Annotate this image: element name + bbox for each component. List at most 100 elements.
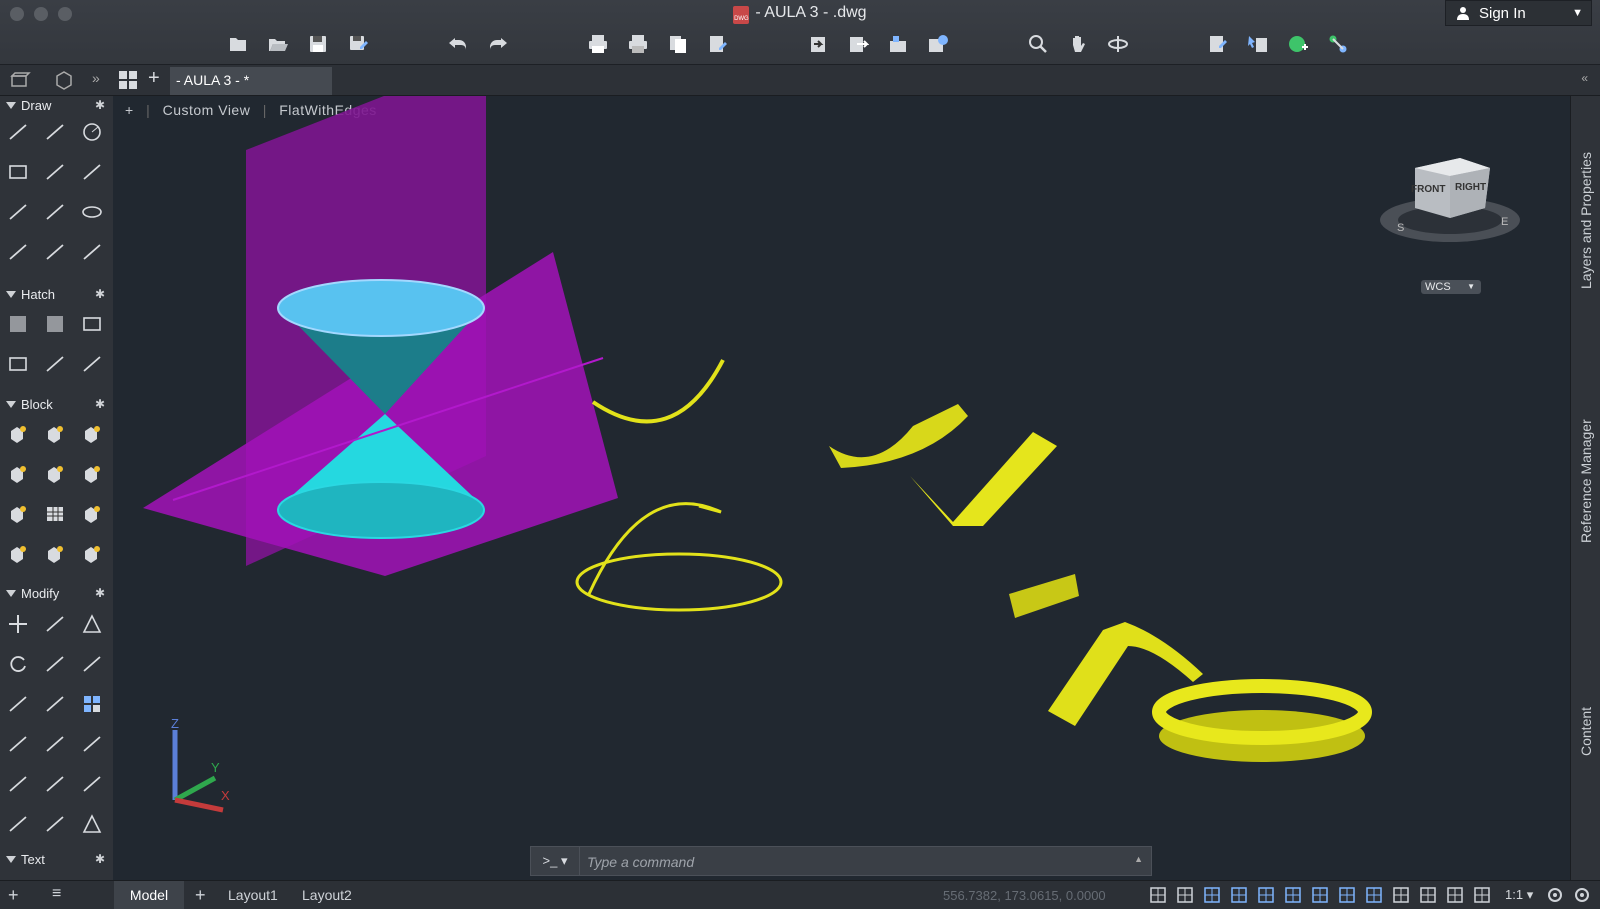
command-history-button[interactable]: >_ ▾ — [531, 847, 580, 875]
ortho-toggle[interactable] — [1202, 885, 1222, 905]
trim-lines-tool-button[interactable] — [41, 238, 69, 266]
pan-button[interactable] — [1066, 32, 1090, 56]
transparency-toggle[interactable] — [1310, 885, 1330, 905]
copy-tool-button[interactable] — [41, 610, 69, 638]
gear-icon[interactable]: ✱ — [95, 287, 105, 301]
share-button[interactable] — [886, 32, 910, 56]
add-tab-button[interactable]: + — [148, 67, 160, 90]
tag-tool-button[interactable] — [41, 460, 69, 488]
section-modify[interactable]: Modify ✱ — [0, 585, 113, 605]
sheet-set-button[interactable] — [8, 68, 32, 92]
fillet-tool-button[interactable] — [4, 690, 32, 718]
open-file-button[interactable] — [266, 32, 290, 56]
attribute-tool-button[interactable] — [4, 460, 32, 488]
section-block[interactable]: Block ✱ — [0, 396, 113, 416]
model-space-canvas[interactable] — [113, 96, 1570, 880]
scale-tool-button[interactable] — [41, 650, 69, 678]
publish-button[interactable] — [706, 32, 730, 56]
tab-aula-3[interactable]: - AULA 3 - * — [170, 67, 332, 95]
expand-chevron-icon[interactable]: » — [92, 70, 100, 86]
dynamic-ucs-toggle[interactable] — [1364, 885, 1384, 905]
polyline-tool-button[interactable] — [41, 118, 69, 146]
command-input[interactable] — [585, 850, 1129, 874]
rectangle-tool-button[interactable] — [4, 158, 32, 186]
table-tool-button[interactable] — [41, 500, 69, 528]
osnap-toggle[interactable] — [1256, 885, 1276, 905]
connect-button[interactable] — [1326, 32, 1350, 56]
tab-layers-and-properties[interactable]: Layers and Properties — [1571, 136, 1600, 306]
align-tool-button[interactable] — [4, 770, 32, 798]
block-editor-tool-button[interactable] — [78, 500, 106, 528]
gear-icon[interactable]: ✱ — [95, 586, 105, 600]
polar-toggle[interactable] — [1229, 885, 1249, 905]
lineweight-toggle[interactable] — [1283, 885, 1303, 905]
section-text[interactable]: Text ✱ — [0, 851, 113, 871]
export-button[interactable] — [846, 32, 870, 56]
import-button[interactable] — [806, 32, 830, 56]
offset-tool-button[interactable] — [41, 690, 69, 718]
viewcube-right-label[interactable]: RIGHT — [1455, 182, 1486, 193]
circle-tool-button[interactable] — [78, 118, 106, 146]
web-publish-button[interactable] — [926, 32, 950, 56]
join-tool-button[interactable] — [78, 770, 106, 798]
explode-tool-button[interactable] — [78, 730, 106, 758]
wipeout-tool-button[interactable] — [41, 350, 69, 378]
wave-tool-button[interactable] — [78, 238, 106, 266]
array-tool-button[interactable] — [78, 690, 106, 718]
new-layout-button[interactable]: + — [195, 881, 206, 909]
section-hatch[interactable]: Hatch ✱ — [0, 286, 113, 306]
autocad-online-button[interactable] — [1286, 32, 1310, 56]
ellipse-tool-button[interactable] — [78, 198, 106, 226]
auto-scale-toggle[interactable] — [1445, 885, 1465, 905]
edit-block-tool-button[interactable] — [78, 420, 106, 448]
block-group-tool-button[interactable] — [78, 460, 106, 488]
wcs-dropdown[interactable]: WCS ▼ — [1421, 280, 1481, 294]
region-tool-button[interactable] — [4, 350, 32, 378]
gear-icon[interactable]: ✱ — [95, 852, 105, 866]
viewcube[interactable]: FRONT RIGHT S E — [1375, 148, 1525, 248]
spline-tool-button[interactable] — [78, 158, 106, 186]
isodraft-toggle[interactable] — [1391, 885, 1411, 905]
line-tool-button[interactable] — [4, 118, 32, 146]
page-setup-button[interactable] — [666, 32, 690, 56]
batch-plot-button[interactable] — [626, 32, 650, 56]
new-file-button[interactable] — [226, 32, 250, 56]
tab-layout1[interactable]: Layout1 — [228, 881, 278, 909]
orbit-button[interactable] — [1106, 32, 1130, 56]
boundary-tool-button[interactable] — [78, 310, 106, 338]
rotate-tool-button[interactable] — [4, 650, 32, 678]
zoom-button[interactable] — [1026, 32, 1050, 56]
save-as-button[interactable] — [346, 32, 370, 56]
tab-content[interactable]: Content — [1571, 696, 1600, 766]
multiline-tool-button[interactable] — [4, 198, 32, 226]
selection-cycling-toggle[interactable] — [1337, 885, 1357, 905]
redo-button[interactable] — [486, 32, 510, 56]
gear-icon[interactable]: ✱ — [95, 397, 105, 411]
snap-toggle[interactable] — [1175, 885, 1195, 905]
collapse-chevron-icon[interactable]: « — [1581, 71, 1588, 85]
annotation-scale[interactable]: 1:1 ▾ — [1505, 887, 1533, 903]
plot-button[interactable] — [586, 32, 610, 56]
stretch-tool-button[interactable] — [41, 730, 69, 758]
sign-in-button[interactable]: Sign In ▼ — [1445, 0, 1592, 26]
camera-tool-button[interactable] — [78, 350, 106, 378]
grid-toggle[interactable] — [1148, 885, 1168, 905]
group-tool-button[interactable] — [41, 810, 69, 838]
gear-icon[interactable]: ✱ — [95, 98, 105, 112]
tab-layout2[interactable]: Layout2 — [302, 881, 352, 909]
mirror-tool-button[interactable] — [78, 610, 106, 638]
manage-attributes-tool-button[interactable] — [4, 540, 32, 568]
insert-block-tool-button[interactable] — [4, 420, 32, 448]
arc-tool-button[interactable] — [41, 158, 69, 186]
grid-view-button[interactable] — [116, 68, 140, 92]
properties-button[interactable] — [1206, 32, 1230, 56]
settings-gear-button[interactable] — [1572, 885, 1592, 905]
tab-reference-manager[interactable]: Reference Manager — [1571, 406, 1600, 556]
annotation-visibility-toggle[interactable] — [1418, 885, 1438, 905]
chevron-up-icon[interactable]: ▲ — [1134, 854, 1143, 864]
undo-button[interactable] — [446, 32, 470, 56]
move-tool-button[interactable] — [4, 610, 32, 638]
replace-block-tool-button[interactable] — [78, 540, 106, 568]
workspace-button[interactable] — [1545, 885, 1565, 905]
tab-model[interactable]: Model — [114, 881, 184, 909]
